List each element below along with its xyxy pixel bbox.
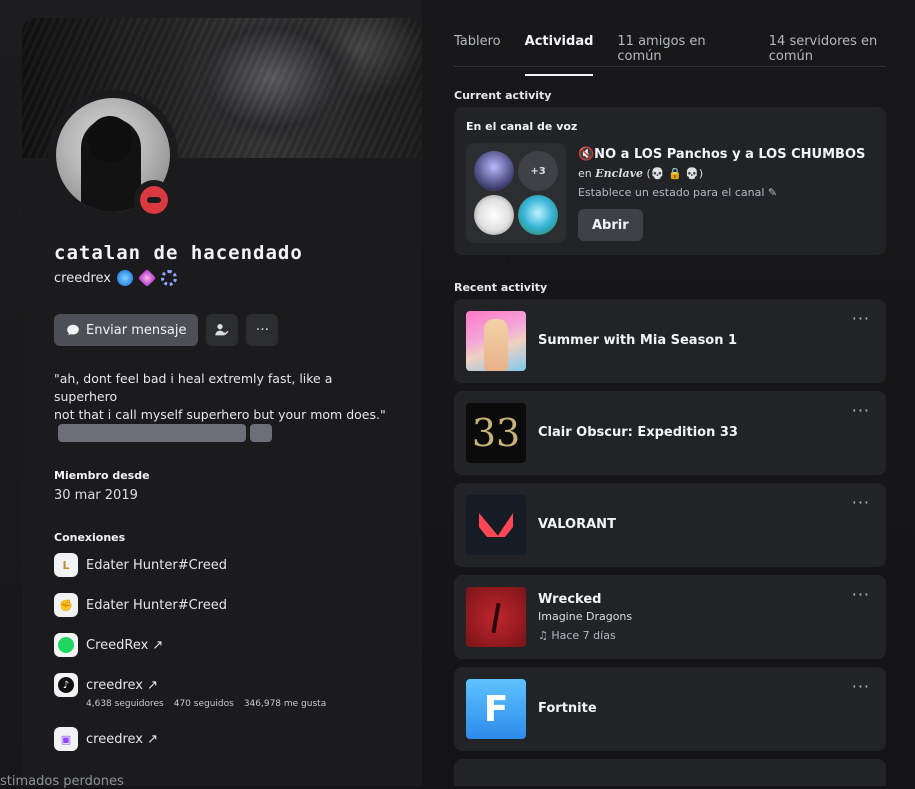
activity-name: Fortnite <box>538 701 597 716</box>
send-message-label: Enviar mensaje <box>86 322 187 338</box>
connection-name: creedrex ↗ <box>86 731 159 747</box>
voice-channel-name: 🔇NO a LOS Panchos y a LOS CHUMBOS <box>578 147 866 162</box>
voice-title: En el canal de voz <box>466 120 578 133</box>
bio: "ah, dont feel bad i heal extremly fast,… <box>54 370 394 424</box>
voice-server: en Enclave (💀 🔒 💀) <box>578 167 703 180</box>
activity-artist: Imagine Dragons <box>538 610 633 623</box>
connection-spotify[interactable]: CreedRex ↗ <box>54 633 163 657</box>
activity-name: Clair Obscur: Expedition 33 <box>538 425 738 440</box>
activity-item[interactable]: VALORANT ··· <box>454 483 886 567</box>
avatar-head <box>88 116 132 162</box>
user-check-icon <box>215 324 229 336</box>
friend-status-button[interactable] <box>206 314 239 346</box>
connection-name: Edater Hunter#Creed <box>86 557 227 573</box>
spotify-icon <box>54 633 78 657</box>
participant-avatar <box>518 195 558 235</box>
activity-time: ♫ Hace 7 días <box>538 629 616 642</box>
bio-line-1: "ah, dont feel bad i heal extremly fast,… <box>54 371 333 404</box>
current-activity-label: Current activity <box>454 89 552 102</box>
status-bar <box>147 197 161 203</box>
wrecked-album-cover <box>466 587 526 647</box>
activity-item-partial[interactable] <box>454 759 886 786</box>
participant-avatar <box>474 151 514 191</box>
tiktok-followers: 4,638 seguidores <box>86 699 164 709</box>
tab-mutual-servers[interactable]: 14 servidores en común <box>769 34 915 64</box>
fortnite-icon: F <box>466 679 526 739</box>
activity-name: Summer with Mia Season 1 <box>538 333 738 348</box>
set-channel-status[interactable]: Establece un estado para el canal ✎ <box>578 186 777 199</box>
thumbnail-figure <box>484 319 508 371</box>
server-emojis: (💀 🔒 💀) <box>646 167 704 180</box>
member-since-date: 30 mar 2019 <box>54 488 138 503</box>
tiktok-following: 470 seguidos <box>173 699 234 709</box>
connection-twitch[interactable]: ▣ creedrex ↗ <box>54 727 158 751</box>
activity-more-button[interactable]: ··· <box>852 401 870 420</box>
valorant-logo-icon <box>479 513 513 537</box>
league-of-legends-icon: L <box>54 553 78 577</box>
bio-line-2: not that i call myself superhero but you… <box>54 407 386 422</box>
tabs-divider <box>454 66 886 67</box>
activity-item[interactable]: Summer with Mia Season 1 ··· <box>454 299 886 383</box>
voice-activity-card: En el canal de voz +3 🔇NO a LOS Panchos … <box>454 107 886 255</box>
profile-card: catalan de hacendado creedrex Enviar men… <box>22 18 422 786</box>
tab-mutual-friends[interactable]: 11 amigos en común <box>617 34 744 64</box>
server-name: Enclave <box>595 167 644 180</box>
recent-activity-label: Recent activity <box>454 281 548 294</box>
tab-activity[interactable]: Actividad <box>524 34 593 76</box>
open-button[interactable]: Abrir <box>578 209 643 241</box>
tab-dashboard[interactable]: Tablero <box>454 34 501 64</box>
member-since-label: Miembro desde <box>54 469 150 482</box>
activity-more-button[interactable]: ··· <box>852 677 870 696</box>
activity-more-button[interactable]: ··· <box>852 493 870 512</box>
activity-name: VALORANT <box>538 517 616 532</box>
activity-item[interactable]: F Fortnite ··· <box>454 667 886 751</box>
summer-with-mia-thumbnail <box>466 311 526 371</box>
connection-league-of-legends[interactable]: L Edater Hunter#Creed <box>54 553 227 577</box>
cover-figure <box>491 602 501 634</box>
tiktok-likes: 346,978 me gusta <box>243 699 327 709</box>
profile-tabs: Tablero Actividad 11 amigos en común 14 … <box>454 34 915 76</box>
activity-item[interactable]: 33 Clair Obscur: Expedition 33 ··· <box>454 391 886 475</box>
connections-label: Conexiones <box>54 531 126 544</box>
username[interactable]: creedrex <box>54 271 111 286</box>
connection-name: creedrex ↗ <box>86 677 159 693</box>
activity-name: Wrecked <box>538 592 602 607</box>
twitch-icon: ▣ <box>54 727 78 751</box>
boost-badge-icon[interactable] <box>160 270 177 286</box>
connection-riot-games[interactable]: ✊ Edater Hunter#Creed <box>54 593 227 617</box>
activity-item[interactable]: Wrecked Imagine Dragons ♫ Hace 7 días ··… <box>454 575 886 659</box>
username-row: creedrex <box>54 268 177 288</box>
connection-name: Edater Hunter#Creed <box>86 597 227 613</box>
voice-participants[interactable]: +3 <box>466 143 566 243</box>
send-message-button[interactable]: Enviar mensaje <box>54 314 199 346</box>
do-not-disturb-status-icon <box>134 180 174 220</box>
redacted-bar-2 <box>250 424 272 442</box>
chat-bubble-icon <box>67 324 79 336</box>
chat-preview-text: stimados perdones <box>0 774 124 789</box>
nitro-badge-icon[interactable] <box>137 268 157 288</box>
tiktok-stats: 4,638 seguidores 470 seguidos 346,978 me… <box>86 699 326 709</box>
activity-more-button[interactable]: ··· <box>852 309 870 328</box>
hypesquad-badge-icon[interactable] <box>116 270 133 286</box>
activity-more-button[interactable]: ··· <box>852 585 870 604</box>
extra-participants-count: +3 <box>518 151 558 191</box>
display-name: catalan de hacendado <box>54 242 303 264</box>
valorant-icon <box>466 495 526 555</box>
redacted-bar-1 <box>58 424 246 442</box>
tiktok-icon: ♪ <box>54 673 78 697</box>
redacted-text <box>58 424 272 442</box>
riot-games-icon: ✊ <box>54 593 78 617</box>
server-prefix: en <box>578 167 592 180</box>
more-options-button[interactable]: ··· <box>246 314 279 346</box>
connection-tiktok[interactable]: ♪ creedrex ↗ <box>54 673 158 697</box>
clair-obscur-thumbnail: 33 <box>466 403 526 463</box>
connection-name: CreedRex ↗ <box>86 637 164 653</box>
participant-avatar <box>474 195 514 235</box>
profile-actions: Enviar mensaje ··· <box>54 314 279 346</box>
